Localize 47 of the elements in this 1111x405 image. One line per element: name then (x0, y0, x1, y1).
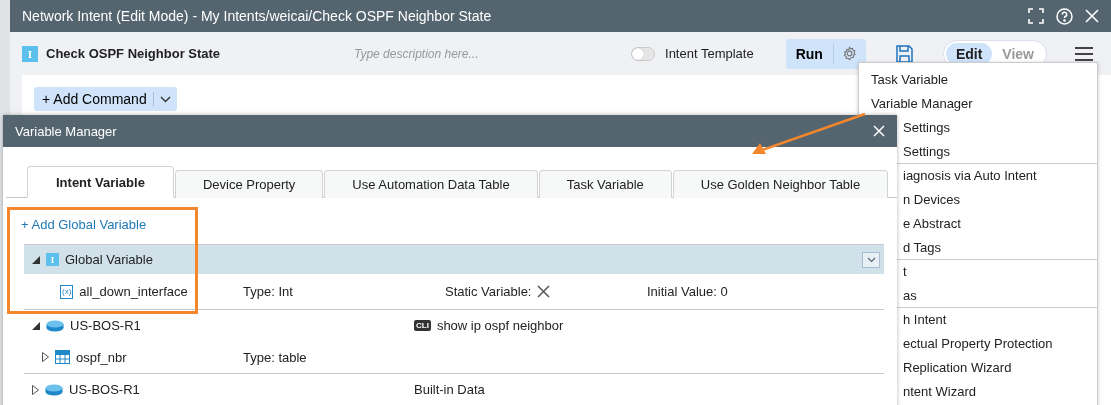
cli-icon: CLI (414, 320, 431, 331)
table-icon (55, 350, 70, 364)
dialog-title: Variable Manager (15, 123, 118, 139)
router-icon (45, 383, 63, 396)
menu-item[interactable]: Variable Manager (859, 92, 1097, 116)
fullscreen-icon[interactable] (1028, 8, 1044, 24)
intent-template-label: Intent Template (665, 46, 754, 61)
mode-button[interactable]: Edit (945, 42, 993, 65)
window-title: Network Intent (Edit Mode) - My Intents/weicai/Check OSPF Neighbor State (22, 8, 493, 24)
menu-item[interactable]: Task Variable (859, 68, 1097, 92)
table-name: ospf_nbr (76, 349, 127, 365)
dropdown-toggle[interactable] (862, 251, 880, 268)
router-icon (46, 319, 64, 332)
tab[interactable]: Use Automation Data Table (324, 170, 538, 198)
expand-icon[interactable] (32, 384, 39, 395)
group-label: US-BOS-R1 (70, 318, 141, 333)
caret-icon[interactable] (159, 95, 171, 103)
help-icon[interactable] (1056, 7, 1073, 25)
expand-icon[interactable] (32, 255, 40, 264)
static-label: Static Variable: (445, 284, 532, 299)
close-icon[interactable] (1085, 9, 1099, 23)
intent-icon: I (22, 45, 38, 62)
tab[interactable]: Task Variable (538, 170, 672, 198)
variable-type: Type: Int (243, 284, 293, 299)
tree-row[interactable]: US-BOS-R1 Built-in Data (24, 373, 884, 405)
tree-row[interactable]: I Global Variable (24, 244, 884, 274)
initial-value: Initial Value: 0 (647, 284, 728, 299)
command-text: Built-in Data (414, 382, 485, 397)
intent-template-switch[interactable] (631, 46, 655, 61)
expand-icon[interactable] (42, 352, 49, 362)
variable-name: all_down_interface (79, 284, 188, 299)
table-type: Type: table (243, 349, 307, 365)
tree-row[interactable]: US-BOS-R1 CLI show ip ospf neighbor (24, 309, 884, 341)
variable-icon: (x) (60, 284, 74, 299)
tab[interactable]: Device Property (174, 170, 324, 198)
command-text: show ip ospf neighbor (436, 318, 564, 333)
add-command-button[interactable]: + Add Command (34, 87, 177, 111)
close-icon[interactable] (873, 125, 885, 137)
global-icon: I (46, 253, 59, 266)
add-global-variable-link[interactable]: + Add Global Variable (3, 198, 165, 244)
tab[interactable]: Use Golden Neighbor Table (672, 170, 889, 198)
group-label: US-BOS-R1 (69, 382, 140, 397)
chevron-icon[interactable] (866, 256, 876, 263)
group-label: Global Variable (65, 252, 153, 267)
intent-name: Check OSPF Neighbor State (46, 46, 222, 61)
tab[interactable]: Intent Variable (27, 166, 174, 198)
expand-icon[interactable] (32, 321, 40, 330)
